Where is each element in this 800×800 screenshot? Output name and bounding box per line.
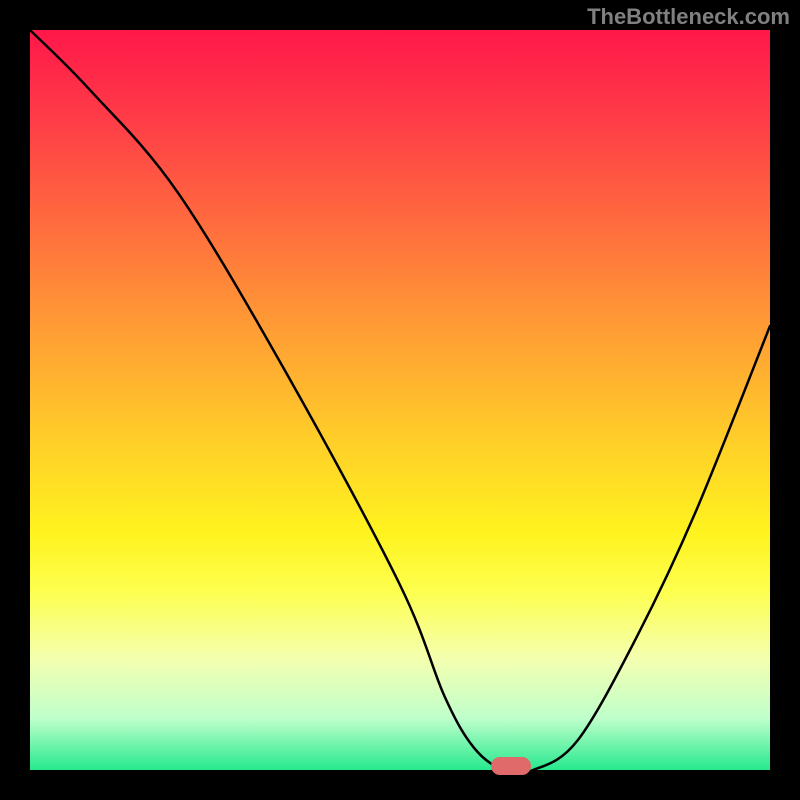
chart-frame: TheBottleneck.com [0, 0, 800, 800]
watermark-text: TheBottleneck.com [587, 4, 790, 30]
optimal-marker [491, 757, 531, 775]
plot-area [30, 30, 770, 770]
bottleneck-curve [30, 30, 770, 770]
